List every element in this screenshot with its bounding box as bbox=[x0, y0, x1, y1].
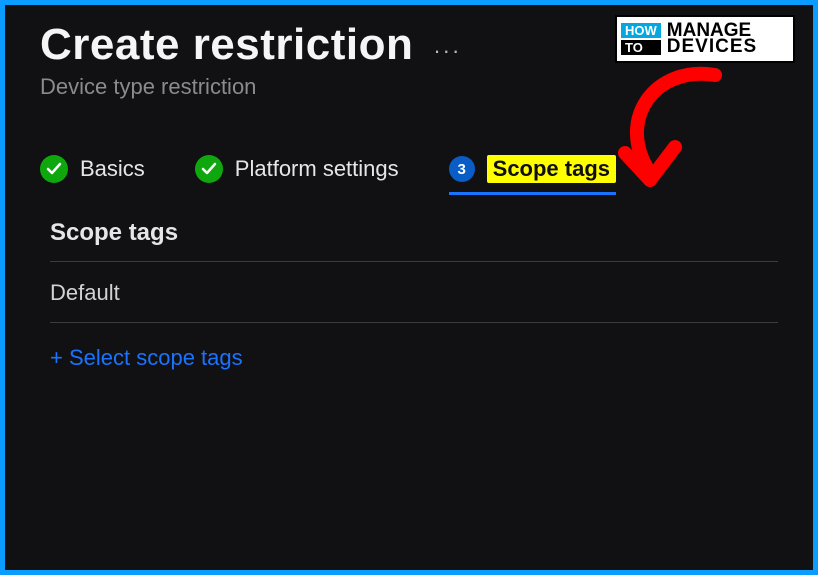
watermark-logo: HOW TO MANAGE DEVICES bbox=[615, 15, 795, 63]
scope-tags-section: Scope tags Default + Select scope tags bbox=[40, 219, 778, 371]
check-icon bbox=[195, 155, 223, 183]
step-label: Platform settings bbox=[235, 156, 399, 182]
step-label: Scope tags bbox=[487, 155, 616, 183]
more-icon[interactable]: ··· bbox=[433, 38, 461, 64]
watermark-to: TO bbox=[621, 40, 661, 55]
page-subtitle: Device type restriction bbox=[40, 74, 778, 100]
select-scope-tags-link[interactable]: + Select scope tags bbox=[50, 345, 778, 371]
section-title: Scope tags bbox=[50, 219, 778, 261]
step-number-badge: 3 bbox=[449, 156, 475, 182]
scope-tag-row: Default bbox=[50, 262, 778, 322]
check-icon bbox=[40, 155, 68, 183]
step-label: Basics bbox=[80, 156, 145, 182]
step-basics[interactable]: Basics bbox=[40, 155, 145, 189]
step-platform-settings[interactable]: Platform settings bbox=[195, 155, 399, 189]
watermark-how: HOW bbox=[621, 23, 661, 38]
step-scope-tags[interactable]: 3 Scope tags bbox=[449, 155, 616, 189]
page-title: Create restriction bbox=[40, 20, 413, 70]
wizard-stepper: Basics Platform settings 3 Scope tags bbox=[40, 155, 778, 189]
watermark-line2: DEVICES bbox=[667, 39, 757, 55]
divider bbox=[50, 322, 778, 323]
app-frame: Create restriction ··· Device type restr… bbox=[0, 0, 818, 575]
active-underline bbox=[449, 192, 616, 195]
